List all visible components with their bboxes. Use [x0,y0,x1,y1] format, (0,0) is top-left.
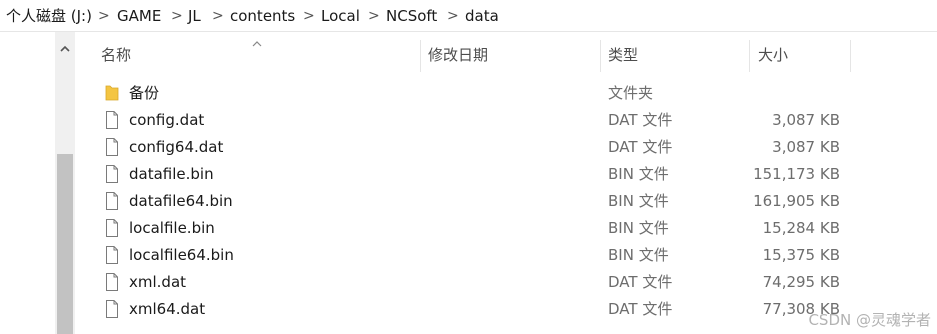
file-type: BIN 文件 [608,219,669,237]
watermark: CSDN @灵魂学者 [808,311,931,329]
file-name: datafile64.bin [129,192,233,210]
breadcrumb-item-drive[interactable]: 个人磁盘 (J:) [6,6,92,26]
breadcrumb-item-ncsoft[interactable]: NCSoft [386,6,437,26]
file-row[interactable]: config.dat DAT 文件 3,087 KB [77,107,857,134]
file-name: xml64.dat [129,300,206,318]
folder-icon [105,84,119,102]
nav-pane-scrollbar[interactable] [55,32,75,334]
file-type: DAT 文件 [608,138,673,156]
column-header-date-modified[interactable]: 修改日期 [428,32,488,72]
column-header-row: 名称 修改日期 类型 大小 [77,32,937,72]
file-size: 3,087 KB [772,111,840,129]
column-header-size[interactable]: 大小 [758,32,788,72]
file-row[interactable]: localfile64.bin BIN 文件 15,375 KB [77,242,857,269]
file-row[interactable]: config64.dat DAT 文件 3,087 KB [77,134,857,161]
breadcrumb-item-game[interactable]: GAME [117,6,161,26]
column-header-name[interactable]: 名称 [101,32,131,72]
file-icon [105,273,119,291]
file-type: 文件夹 [608,84,654,102]
file-type: BIN 文件 [608,192,669,210]
file-size: 15,375 KB [762,246,840,264]
file-row[interactable]: xml64.dat DAT 文件 77,308 KB [77,296,857,323]
file-row[interactable]: datafile.bin BIN 文件 151,173 KB [77,161,857,188]
breadcrumb-separator-icon[interactable]: > [368,6,380,26]
file-name: localfile.bin [129,219,215,237]
file-icon [105,192,119,210]
file-row-folder[interactable]: 备份 文件夹 [77,80,857,107]
file-name: datafile.bin [129,165,214,183]
file-type: BIN 文件 [608,246,669,264]
file-size: 74,295 KB [762,273,840,291]
sort-ascending-icon [251,34,263,47]
breadcrumb-separator-icon[interactable]: > [98,6,110,26]
file-size: 3,087 KB [772,138,840,156]
column-header-type[interactable]: 类型 [608,32,638,72]
file-row[interactable]: xml.dat DAT 文件 74,295 KB [77,269,857,296]
file-type: DAT 文件 [608,300,673,318]
file-name: config64.dat [129,138,224,156]
file-row[interactable]: datafile64.bin BIN 文件 161,905 KB [77,188,857,215]
file-type: DAT 文件 [608,111,673,129]
breadcrumb-separator-icon[interactable]: > [447,6,459,26]
file-icon [105,165,119,183]
breadcrumb-item-jl[interactable]: JL [188,6,201,26]
file-icon [105,138,119,156]
file-icon [105,219,119,237]
breadcrumb-separator-icon[interactable]: > [171,6,183,26]
column-divider[interactable] [850,40,851,72]
scrollbar-thumb[interactable] [57,154,73,334]
file-type: BIN 文件 [608,165,669,183]
column-divider[interactable] [749,40,750,72]
column-divider[interactable] [420,40,421,72]
file-type: DAT 文件 [608,273,673,291]
breadcrumb-item-local[interactable]: Local [321,6,360,26]
file-name: 备份 [129,84,160,102]
file-size: 151,173 KB [753,165,840,183]
column-divider[interactable] [600,40,601,72]
file-name: xml.dat [129,273,187,291]
breadcrumb-separator-icon[interactable]: > [212,6,224,26]
file-icon [105,111,119,129]
file-icon [105,300,119,318]
file-name: localfile64.bin [129,246,234,264]
file-icon [105,246,119,264]
file-size: 15,284 KB [762,219,840,237]
scroll-up-icon[interactable] [55,38,75,58]
breadcrumb-item-data[interactable]: data [465,6,499,26]
file-row[interactable]: localfile.bin BIN 文件 15,284 KB [77,215,857,242]
breadcrumb-item-contents[interactable]: contents [230,6,295,26]
file-name: config.dat [129,111,205,129]
breadcrumb-separator-icon[interactable]: > [303,6,315,26]
address-breadcrumb[interactable]: 个人磁盘 (J:) > GAME > JL > contents > Local… [0,0,937,32]
file-size: 161,905 KB [753,192,840,210]
